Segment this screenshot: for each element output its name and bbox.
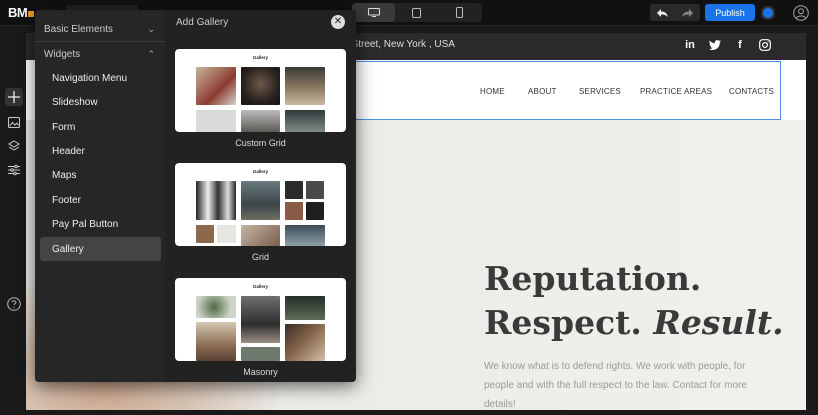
- add-elements-panel: Basic Elements ⌄ Widgets ⌃ Navigation Menu…: [35, 10, 356, 382]
- gallery-thumb: [196, 181, 236, 220]
- nav-item-practice-areas[interactable]: PRACTICE AREAS: [640, 87, 712, 96]
- gallery-thumb: [196, 110, 236, 132]
- gallery-thumb: [285, 110, 325, 132]
- linkedin-icon[interactable]: in: [683, 37, 697, 53]
- app-logo[interactable]: BM: [8, 5, 35, 20]
- gallery-thumb: [241, 181, 280, 220]
- chevron-up-icon: ⌃: [147, 48, 155, 59]
- gallery-thumb: [241, 347, 280, 361]
- widget-item-form[interactable]: Form: [40, 115, 161, 139]
- instagram-icon[interactable]: [758, 37, 772, 53]
- chevron-down-icon: ⌄: [147, 23, 155, 34]
- gallery-options: Add Gallery ✕ Gallery Custom Grid Galler…: [166, 10, 356, 382]
- gallery-card-grid[interactable]: Gallery: [175, 163, 346, 246]
- tablet-icon[interactable]: [395, 3, 438, 22]
- gallery-thumb: [241, 296, 280, 343]
- gallery-thumb: [306, 202, 324, 220]
- device-switcher: [352, 3, 482, 22]
- sliders-icon[interactable]: [5, 161, 23, 179]
- gallery-thumb: [285, 67, 325, 105]
- redo-icon[interactable]: [675, 4, 700, 21]
- gallery-thumb: [241, 225, 280, 246]
- publish-status-icon[interactable]: [761, 6, 775, 20]
- nav-item-services[interactable]: SERVICES: [579, 87, 621, 96]
- user-icon[interactable]: [793, 5, 809, 21]
- help-icon[interactable]: [5, 295, 23, 313]
- canvas-right-rail: [806, 33, 818, 410]
- gallery-card-masonry[interactable]: Gallery: [175, 278, 346, 361]
- panel-title: Add Gallery: [176, 17, 229, 28]
- gallery-thumb: [196, 322, 236, 361]
- basic-elements-header[interactable]: Basic Elements ⌄: [35, 17, 165, 41]
- gallery-thumb: [306, 181, 324, 199]
- twitter-icon[interactable]: [708, 37, 722, 53]
- gallery-thumb: [217, 225, 236, 243]
- widgets-header[interactable]: Widgets ⌃: [35, 42, 165, 66]
- gallery-thumb: [285, 324, 325, 361]
- editor-toolstrip: [0, 26, 26, 415]
- close-icon[interactable]: ✕: [331, 15, 345, 29]
- gallery-thumb: [196, 67, 236, 105]
- mobile-icon[interactable]: [438, 3, 481, 22]
- gallery-thumb: [285, 296, 325, 320]
- hero-headline: Reputation. Respect. Result.: [484, 259, 784, 342]
- widget-item-header[interactable]: Header: [40, 139, 161, 163]
- undo-icon[interactable]: [650, 4, 675, 21]
- widget-item-paypal-button[interactable]: Pay Pal Button: [40, 212, 161, 236]
- gallery-thumb: [285, 181, 303, 199]
- plus-icon[interactable]: [5, 88, 23, 106]
- nav-item-home[interactable]: HOME: [480, 87, 505, 96]
- widget-item-maps[interactable]: Maps: [40, 163, 161, 187]
- card-title: Gallery: [252, 169, 269, 174]
- widget-item-slideshow[interactable]: Slideshow: [40, 90, 161, 114]
- nav-item-about[interactable]: ABOUT: [528, 87, 557, 96]
- widget-item-navigation-menu[interactable]: Navigation Menu: [40, 66, 161, 90]
- card-title: Gallery: [252, 55, 269, 60]
- gallery-option-label: Custom Grid: [235, 138, 286, 148]
- gallery-option-label: Masonry: [243, 367, 278, 377]
- gallery-card-custom-grid[interactable]: Gallery: [175, 49, 346, 132]
- element-categories: Basic Elements ⌄ Widgets ⌃ Navigation Menu…: [35, 10, 165, 382]
- publish-button[interactable]: Publish: [705, 4, 755, 21]
- image-icon[interactable]: [5, 113, 23, 131]
- layers-icon[interactable]: [5, 137, 23, 155]
- site-address: t Street, New York , USA: [346, 39, 455, 50]
- widget-item-footer[interactable]: Footer: [40, 188, 161, 212]
- gallery-thumb: [285, 202, 303, 220]
- history-controls: [650, 4, 700, 21]
- facebook-icon[interactable]: f: [733, 37, 747, 53]
- gallery-thumb: [196, 225, 214, 243]
- widget-item-gallery[interactable]: Gallery: [40, 237, 161, 261]
- gallery-option-label: Grid: [251, 252, 269, 262]
- hero-body-text: We know what is to defend rights. We wor…: [484, 361, 747, 410]
- selected-nav-section[interactable]: HOME ABOUT SERVICES PRACTICE AREAS CONTA…: [346, 61, 781, 120]
- gallery-thumb: [241, 67, 280, 105]
- card-title: Gallery: [252, 284, 269, 289]
- desktop-icon[interactable]: [352, 3, 395, 22]
- gallery-thumb: [241, 110, 280, 132]
- gallery-thumb: [285, 225, 325, 246]
- gallery-thumb: [196, 296, 236, 318]
- nav-item-contacts[interactable]: CONTACTS: [729, 87, 774, 96]
